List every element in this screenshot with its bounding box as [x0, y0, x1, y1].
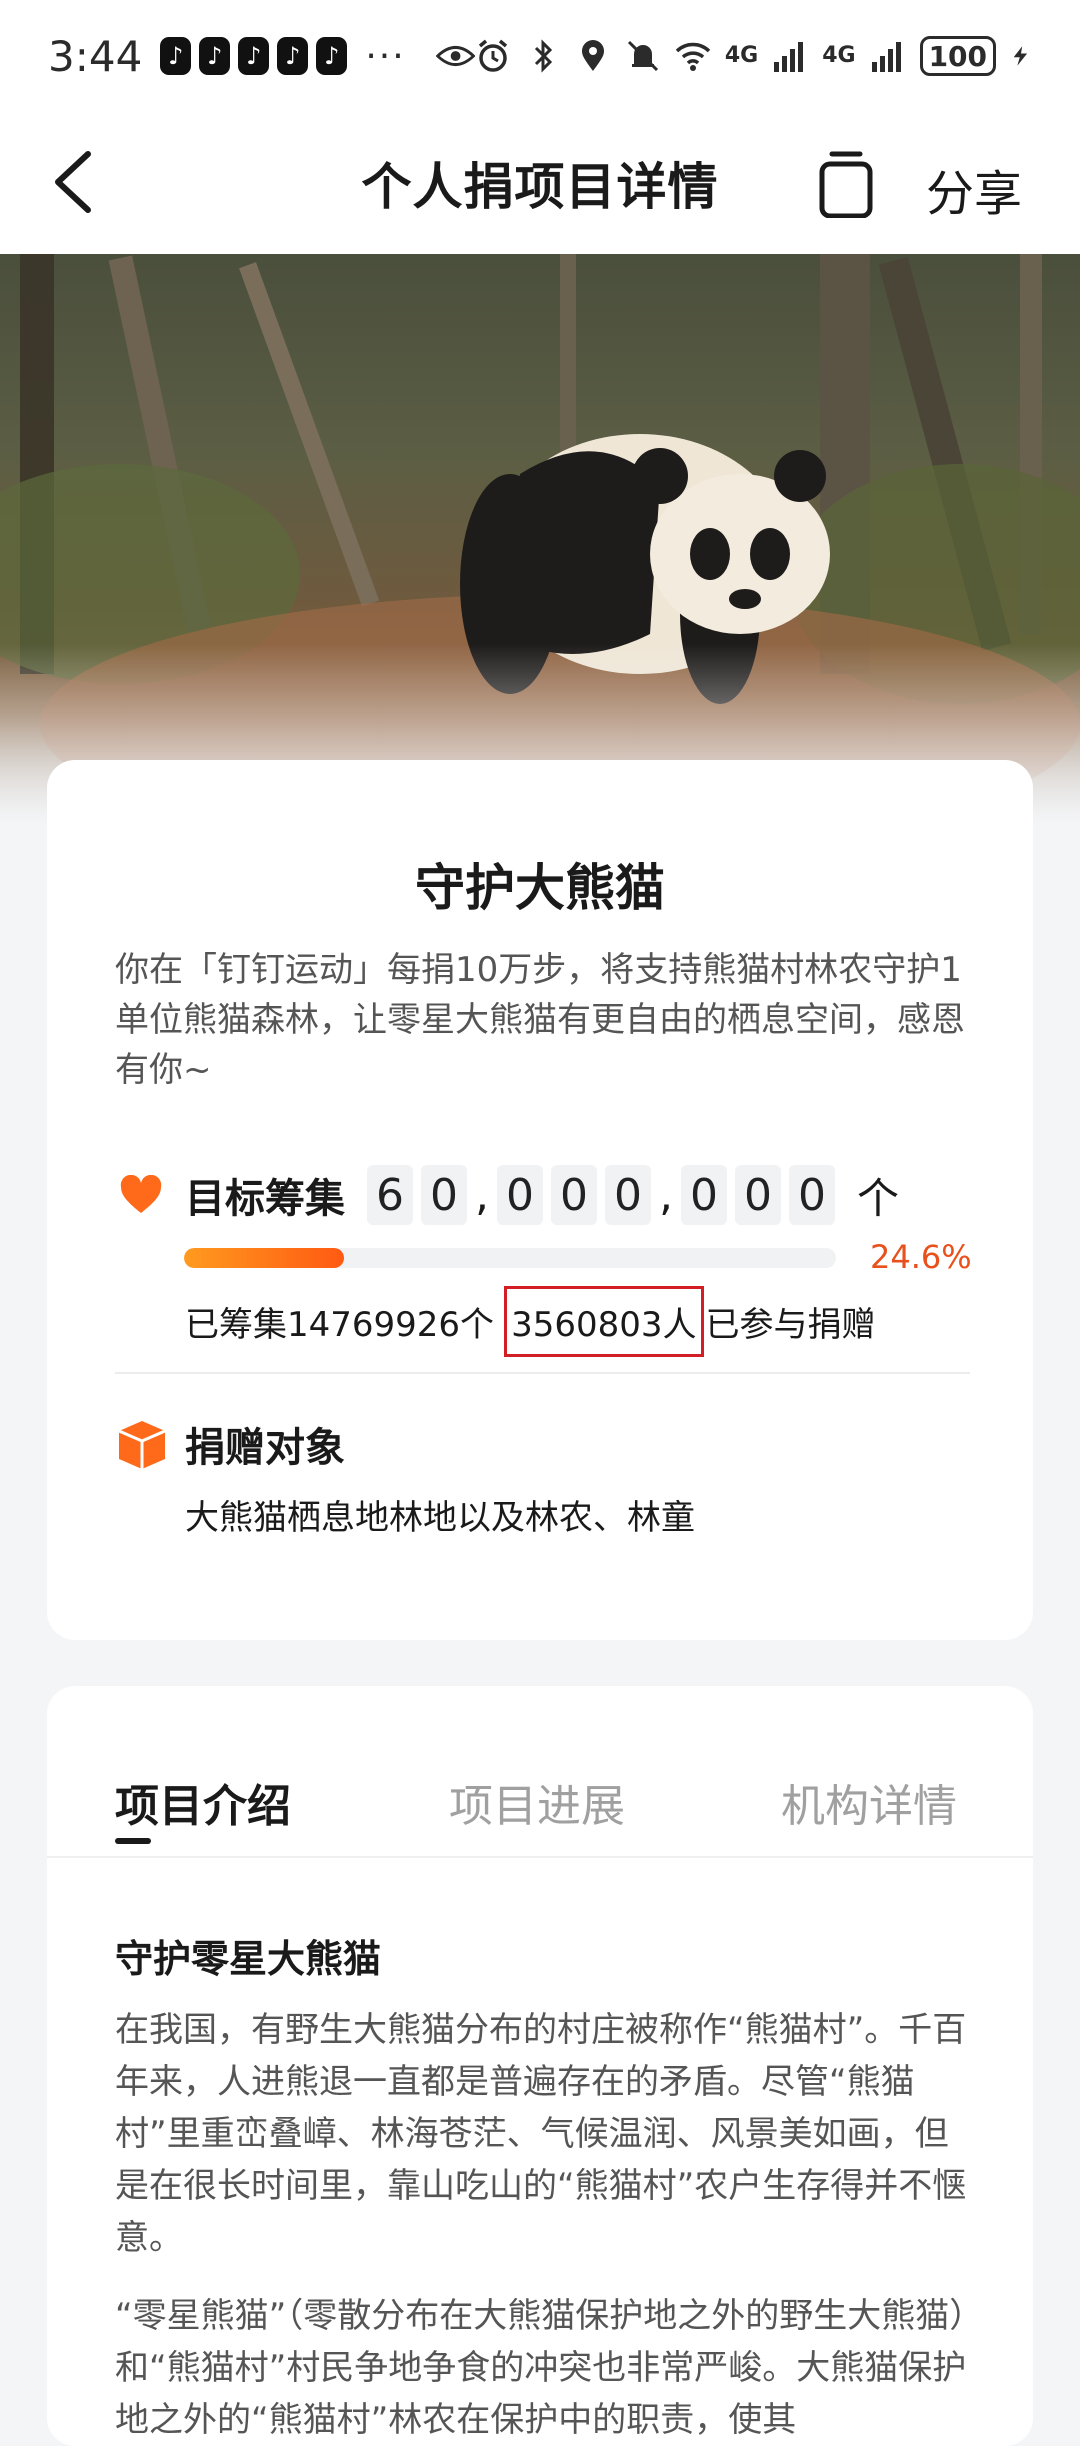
active-tab-indicator [115, 1838, 151, 1844]
goal-unit: 个 [857, 1173, 900, 1223]
tiktok-icon: ♪ [277, 37, 309, 75]
more-notifications: ··· [365, 35, 406, 77]
goal-digit: 0 [605, 1165, 651, 1225]
progress-bar [184, 1248, 836, 1268]
copy-icon[interactable] [818, 148, 874, 218]
alarm-icon [478, 39, 507, 72]
status-bar: 3:44 ♪ ♪ ♪ ♪ ♪ ··· 4G 4G 100 [0, 0, 1080, 112]
project-description: 你在「钉钉运动」每捐10万步，将支持熊猫村林农守护1单位熊猫森林，让零星大熊猫有… [115, 950, 965, 1090]
goal-digit: 6 [367, 1165, 413, 1225]
intro-heading: 守护零星大熊猫 [115, 1937, 382, 1981]
goal-row: 目标筹集 6 0 , 0 0 0 , 0 0 0 个 [119, 1160, 899, 1230]
goal-digit: 0 [789, 1165, 835, 1225]
tiktok-icon: ♪ [160, 37, 192, 75]
goal-digit: 0 [735, 1165, 781, 1225]
raised-amount: 已筹集14769926个 [185, 1305, 495, 1345]
goal-digit: 0 [551, 1165, 597, 1225]
participants-suffix: 已参与捐赠 [705, 1305, 876, 1345]
target-label: 捐赠对象 [185, 1425, 345, 1471]
progress-percent: 24.6% [870, 1238, 972, 1276]
battery-indicator: 100 [919, 36, 997, 76]
bluetooth-icon [534, 39, 552, 73]
hero-panda-image [0, 254, 1080, 834]
tab-project-intro[interactable]: 项目介绍 [115, 1770, 291, 1834]
goal-digit: 0 [421, 1165, 467, 1225]
forest-scene [0, 254, 1080, 834]
target-description: 大熊猫栖息地林地以及林农、林童 [185, 1498, 695, 1538]
goal-label: 目标筹集 [185, 1176, 345, 1222]
stats-row: 已筹集14769926个 3560803人 已参与捐赠 [185, 1286, 876, 1357]
divider [47, 1856, 1033, 1858]
donation-target-row: 捐赠对象 [115, 1415, 345, 1473]
participants-count: 3560803人 [504, 1286, 704, 1357]
signal-icon [871, 42, 901, 72]
goal-comma: , [659, 1169, 673, 1221]
nav-bar: 个人捐项目详情 分享 [0, 112, 1080, 254]
tab-bar: 项目介绍 项目进展 机构详情 [47, 1686, 1033, 1856]
page-title: 个人捐项目详情 [361, 158, 719, 216]
intro-paragraph: 在我国，有野生大熊猫分布的村庄被称作“熊猫村”。千百年来，人进熊退一直都是普遍存… [115, 2010, 967, 2258]
divider [115, 1372, 970, 1374]
wifi-icon [675, 42, 711, 71]
progress-fill [184, 1248, 345, 1268]
tiktok-icon: ♪ [316, 37, 348, 75]
goal-comma: , [475, 1169, 489, 1221]
share-button[interactable]: 分享 [926, 154, 1022, 224]
box-icon [118, 1421, 166, 1469]
tab-organization-details[interactable]: 机构详情 [781, 1770, 957, 1834]
network-4g-2: 4G [822, 43, 856, 68]
charging-icon [1013, 46, 1028, 66]
tiktok-icon: ♪ [199, 37, 231, 75]
goal-amount: 6 0 , 0 0 0 , 0 0 0 [367, 1165, 843, 1225]
eye-icon [435, 46, 475, 66]
project-card: 守护大熊猫 你在「钉钉运动」每捐10万步，将支持熊猫村林农守护1单位熊猫森林，让… [47, 760, 1033, 1640]
tab-project-progress[interactable]: 项目进展 [449, 1770, 625, 1834]
heart-icon [120, 1175, 162, 1213]
goal-digit: 0 [681, 1165, 727, 1225]
status-time: 3:44 [48, 31, 143, 81]
intro-card: 项目介绍 项目进展 机构详情 守护零星大熊猫 在我国，有野生大熊猫分布的村庄被称… [47, 1686, 1033, 2446]
project-title: 守护大熊猫 [415, 859, 665, 917]
goal-digit: 0 [497, 1165, 543, 1225]
location-icon [581, 40, 604, 71]
mute-bell-icon [627, 40, 658, 72]
tiktok-icon: ♪ [238, 37, 270, 75]
network-4g-1: 4G [724, 43, 759, 68]
signal-icon [774, 42, 804, 72]
intro-paragraph: “零星熊猫”（零散分布在大熊猫保护地之外的野生大熊猫）和“熊猫村”村民争地争食的… [115, 2296, 967, 2440]
